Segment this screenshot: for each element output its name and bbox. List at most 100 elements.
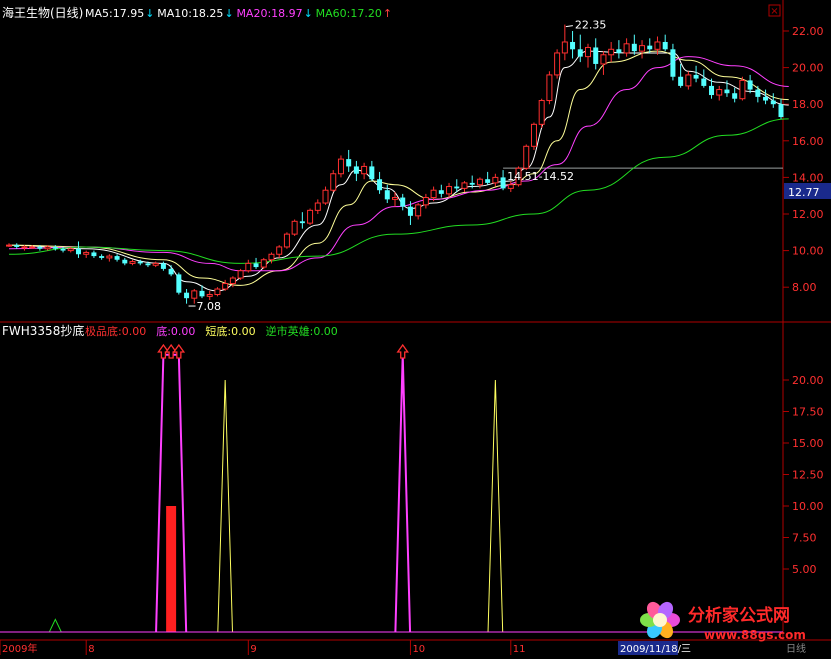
candle-body [693, 74, 699, 79]
candle-body [361, 165, 368, 175]
scale-mode[interactable]: 日线 [786, 642, 806, 655]
candle-body [253, 263, 259, 268]
ma-trend-arrow-icon: ↓ [224, 7, 233, 20]
indicator-tick-label: 10.00 [792, 500, 824, 513]
candle-body [99, 256, 105, 258]
candle-body [778, 104, 784, 118]
candle-body [145, 263, 151, 266]
current-price-tag: 12.77 [788, 186, 820, 199]
candle [176, 272, 182, 295]
candle-body [299, 221, 305, 224]
candle-body [60, 248, 66, 251]
candle-body [670, 49, 676, 77]
candle-body [83, 251, 90, 255]
indicator-tick-label: 20.00 [792, 374, 824, 387]
candle-body [701, 78, 707, 86]
indicator-legend: 极品底:0.00 底:0.00 短底:0.00 逆市英雄:0.00 [85, 324, 338, 338]
candle-body [276, 246, 283, 255]
candle [538, 98, 545, 128]
candle-body [353, 166, 359, 174]
candle-body [716, 89, 723, 96]
candle-body [184, 292, 190, 299]
candle-body [570, 41, 576, 50]
top-panel-header: 海王生物(日线) MA5:17.95 ↓ MA10:18.25 ↓ MA20:18.97… [2, 5, 392, 20]
ma-legend-item: MA10:18.25 [157, 7, 223, 20]
candle [337, 155, 344, 178]
candle-body [639, 45, 646, 52]
candle-body [6, 244, 12, 247]
indicator-bar [166, 506, 177, 632]
candle-body [530, 123, 537, 147]
candle-body [137, 261, 143, 264]
candle-body [770, 100, 776, 105]
ma-legend-item: MA20:18.97 [236, 7, 302, 20]
candle-body [346, 159, 352, 167]
candle-body [469, 182, 475, 185]
price-tick-label: 12.00 [792, 208, 824, 221]
date-tick-label: 10 [412, 644, 425, 655]
candle-body [747, 80, 753, 90]
candle-body [307, 209, 314, 224]
candle-body [662, 41, 668, 50]
chart-canvas[interactable]: 海王生物(日线) MA5:17.95 ↓ MA10:18.25 ↓ MA20:18.97… [0, 0, 831, 655]
candle-body [260, 259, 267, 268]
range-annotation: 14.51-14.52 [507, 170, 574, 183]
ma-legend-item: MA60:17.20 [316, 7, 382, 20]
watermark-url: www.88gs.com [704, 628, 806, 642]
indicator-name: FWH3358抄底 [2, 323, 84, 338]
candle-body [685, 74, 692, 87]
candle [523, 144, 530, 171]
indicator-header: FWH3358抄底 极品底:0.00 底:0.00 短底:0.00 逆市英雄:0.00 [2, 323, 338, 338]
candle-body [384, 190, 390, 200]
candle-body [337, 158, 344, 175]
price-tick-label: 14.00 [792, 171, 824, 184]
candle-body [21, 246, 28, 249]
candle-body [237, 270, 244, 279]
stock-title: 海王生物(日线) [2, 5, 83, 20]
candle [670, 43, 676, 81]
candle-body [554, 52, 561, 76]
date-tick-label: 11 [513, 644, 526, 655]
indicator-tick-label: 5.00 [792, 563, 817, 576]
candle-body [422, 197, 429, 206]
candle-body [291, 220, 298, 235]
candle-body [129, 261, 136, 264]
candle [291, 219, 298, 236]
candle-body [763, 96, 769, 101]
candle-body [561, 41, 568, 54]
price-tick-label: 10.00 [792, 245, 824, 258]
watermark-brand: 分析家公式网 [688, 605, 790, 626]
watermark: 分析家公式网 www.88gs.com [640, 601, 806, 642]
candle-body [523, 145, 530, 169]
candle-body [492, 176, 499, 184]
stock-chart-window: 海王生物(日线) MA5:17.95 ↓ MA10:18.25 ↓ MA20:18.97… [0, 0, 831, 655]
candle-body [732, 93, 738, 99]
candle-body [114, 256, 120, 260]
candle-body [430, 189, 437, 199]
candle-body [44, 246, 51, 250]
candle-body [616, 49, 622, 53]
candle-body [538, 100, 545, 125]
candle-body [14, 245, 20, 247]
indicator-legend-item: 极品底:0.00 [85, 324, 146, 338]
candle [739, 76, 746, 101]
candle-body [330, 173, 337, 191]
indicator-tick-label: 15.00 [792, 437, 824, 450]
candle-body [415, 204, 422, 217]
candle-body [755, 89, 761, 97]
ma-legend-item: MA5:17.95 [85, 7, 144, 20]
candle-body [407, 206, 413, 216]
indicator-legend-item: 短底:0.00 [205, 324, 255, 338]
candle-body [631, 43, 637, 52]
candle-body [446, 186, 453, 195]
candle-body [322, 189, 329, 204]
candle [307, 208, 314, 225]
candle-body [222, 283, 229, 290]
candle-body [500, 177, 506, 189]
candle [237, 268, 244, 280]
candle-body [229, 277, 236, 285]
candle-body [647, 45, 653, 50]
price-tick-label: 22.00 [792, 25, 824, 38]
indicator-legend-item: 逆市英雄:0.00 [266, 324, 338, 338]
candle [330, 170, 337, 193]
